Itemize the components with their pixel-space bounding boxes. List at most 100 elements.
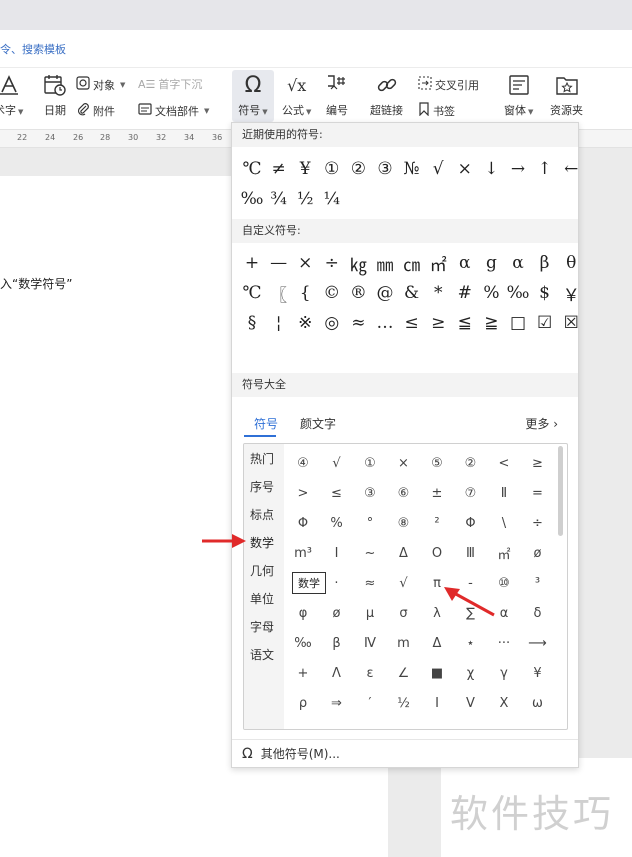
library-symbol-cell[interactable]: % — [322, 510, 352, 536]
library-symbol-cell[interactable]: Δ — [389, 540, 419, 566]
symbol-cell[interactable]: § — [238, 309, 266, 337]
library-symbol-cell[interactable]: m — [389, 630, 419, 656]
library-symbol-cell[interactable]: Ⅴ — [456, 690, 486, 716]
symbol-cell[interactable]: ① — [318, 155, 346, 183]
category-item[interactable]: 标点 — [250, 506, 274, 523]
library-symbol-cell[interactable]: Ⅹ — [489, 690, 519, 716]
symbol-cell[interactable]: ↓ — [477, 155, 505, 183]
symbol-cell[interactable]: ≧ — [477, 309, 505, 337]
symbol-cell[interactable]: α — [504, 249, 532, 277]
library-symbol-cell[interactable]: ■ — [422, 660, 452, 686]
library-symbol-cell[interactable]: ··· — [489, 630, 519, 656]
symbol-cell[interactable]: ½ — [291, 185, 319, 213]
symbol-button[interactable]: Ω 符号 ▼ — [232, 70, 274, 122]
library-symbol-cell[interactable]: Ⅰ — [322, 540, 352, 566]
library-symbol-cell[interactable]: γ — [489, 660, 519, 686]
symbol-cell[interactable]: * — [424, 279, 452, 307]
category-item[interactable]: 单位 — [250, 590, 274, 607]
symbol-cell[interactable]: g — [477, 249, 505, 277]
library-symbol-cell[interactable]: Λ — [322, 660, 352, 686]
library-symbol-cell[interactable]: ① — [355, 450, 385, 476]
library-symbol-cell[interactable]: ⟶ — [523, 630, 553, 656]
library-symbol-cell[interactable]: σ — [389, 600, 419, 626]
library-symbol-cell[interactable]: ø — [322, 600, 352, 626]
symbol-cell[interactable]: & — [398, 279, 426, 307]
library-symbol-cell[interactable]: \ — [489, 510, 519, 536]
library-symbol-cell[interactable]: ② — [456, 450, 486, 476]
library-symbol-cell[interactable]: ≤ — [322, 480, 352, 506]
library-symbol-cell[interactable]: ⇒ — [322, 690, 352, 716]
cross-reference-button[interactable]: 交叉引用 — [418, 76, 479, 93]
category-item[interactable]: 字母 — [250, 618, 274, 635]
library-symbol-cell[interactable]: ω — [523, 690, 553, 716]
symbol-cell[interactable]: ☒ — [557, 309, 585, 337]
attachment-button[interactable]: 附件 — [76, 102, 115, 119]
library-symbol-cell[interactable]: ≈ — [355, 570, 385, 596]
symbol-cell[interactable]: ￥ — [557, 279, 585, 307]
symbol-cell[interactable]: ℃ — [238, 279, 266, 307]
symbol-cell[interactable]: ‰ — [238, 185, 266, 213]
symbol-cell[interactable]: √ — [424, 155, 452, 183]
symbol-cell[interactable]: ㎜ — [371, 249, 399, 277]
library-symbol-cell[interactable]: ∠ — [389, 660, 419, 686]
symbol-cell[interactable]: ← — [557, 155, 585, 183]
symbol-cell[interactable]: ≈ — [344, 309, 372, 337]
library-symbol-cell[interactable]: m³ — [288, 540, 318, 566]
library-symbol-cell[interactable]: ④ — [288, 450, 318, 476]
category-item[interactable]: 热门 — [250, 450, 274, 467]
library-symbol-cell[interactable]: ⑧ — [389, 510, 419, 536]
symbol-cell[interactable]: + — [238, 249, 266, 277]
library-symbol-cell[interactable]: δ — [523, 600, 553, 626]
symbol-cell[interactable]: ¦ — [265, 309, 293, 337]
library-symbol-cell[interactable]: ³ — [523, 570, 553, 596]
symbol-cell[interactable]: ㎝ — [398, 249, 426, 277]
symbol-cell[interactable]: … — [371, 309, 399, 337]
symbol-cell[interactable]: @ — [371, 279, 399, 307]
library-symbol-cell[interactable]: Φ — [456, 510, 486, 536]
library-symbol-cell[interactable]: O — [422, 540, 452, 566]
resource-folder-button[interactable]: 资源夹 — [550, 72, 583, 118]
symbol-cell[interactable]: α — [451, 249, 479, 277]
symbol-cell[interactable]: ② — [344, 155, 372, 183]
tab-kaomoji[interactable]: 颜文字 — [300, 415, 336, 432]
library-symbol-cell[interactable]: < — [489, 450, 519, 476]
symbol-cell[interactable]: % — [477, 279, 505, 307]
library-symbol-cell[interactable]: ′ — [355, 690, 385, 716]
symbol-cell[interactable]: { — [291, 279, 319, 307]
category-item[interactable]: 语文 — [250, 646, 274, 663]
library-symbol-cell[interactable]: μ — [355, 600, 385, 626]
category-item[interactable]: 序号 — [250, 478, 274, 495]
form-window-button[interactable]: 窗体 ▼ — [504, 72, 533, 118]
library-symbol-cell[interactable]: ² — [422, 510, 452, 536]
symbol-cell[interactable]: ‰ — [504, 279, 532, 307]
library-symbol-cell[interactable]: √ — [322, 450, 352, 476]
symbol-cell[interactable]: ≠ — [265, 155, 293, 183]
library-symbol-cell[interactable]: ‰ — [288, 630, 318, 656]
library-symbol-cell[interactable]: √ — [389, 570, 419, 596]
hyperlink-button[interactable]: 超链接 — [370, 72, 403, 118]
art-text-button[interactable]: 术字▼ — [0, 72, 23, 118]
other-symbols-button[interactable]: Ω 其他符号(M)... — [232, 739, 578, 767]
symbol-cell[interactable]: × — [291, 249, 319, 277]
category-item[interactable]: 数学 — [250, 534, 274, 551]
library-symbol-cell[interactable]: Ⅱ — [489, 480, 519, 506]
library-symbol-cell[interactable]: Ⅲ — [456, 540, 486, 566]
symbol-cell[interactable]: ↑ — [531, 155, 559, 183]
library-symbol-cell[interactable]: + — [288, 660, 318, 686]
symbol-cell[interactable]: ㎡ — [424, 249, 452, 277]
library-symbol-cell[interactable]: ⑦ — [456, 480, 486, 506]
library-symbol-cell[interactable]: ε — [355, 660, 385, 686]
symbol-cell[interactable]: $ — [531, 279, 559, 307]
library-symbol-cell[interactable]: ㎡ — [489, 540, 519, 566]
symbol-cell[interactable]: ® — [344, 279, 372, 307]
symbol-cell[interactable]: # — [451, 279, 479, 307]
bookmark-button[interactable]: 书签 — [418, 102, 455, 119]
symbol-cell[interactable]: ¾ — [265, 185, 293, 213]
symbol-cell[interactable]: ≤ — [398, 309, 426, 337]
symbol-cell[interactable]: ℃ — [238, 155, 266, 183]
symbol-cell[interactable]: □ — [504, 309, 532, 337]
symbol-cell[interactable]: ☑ — [531, 309, 559, 337]
scrollbar-thumb[interactable] — [558, 446, 563, 536]
symbol-cell[interactable]: β — [531, 249, 559, 277]
drop-cap-button[interactable]: A☰ 首字下沉 — [138, 76, 202, 92]
